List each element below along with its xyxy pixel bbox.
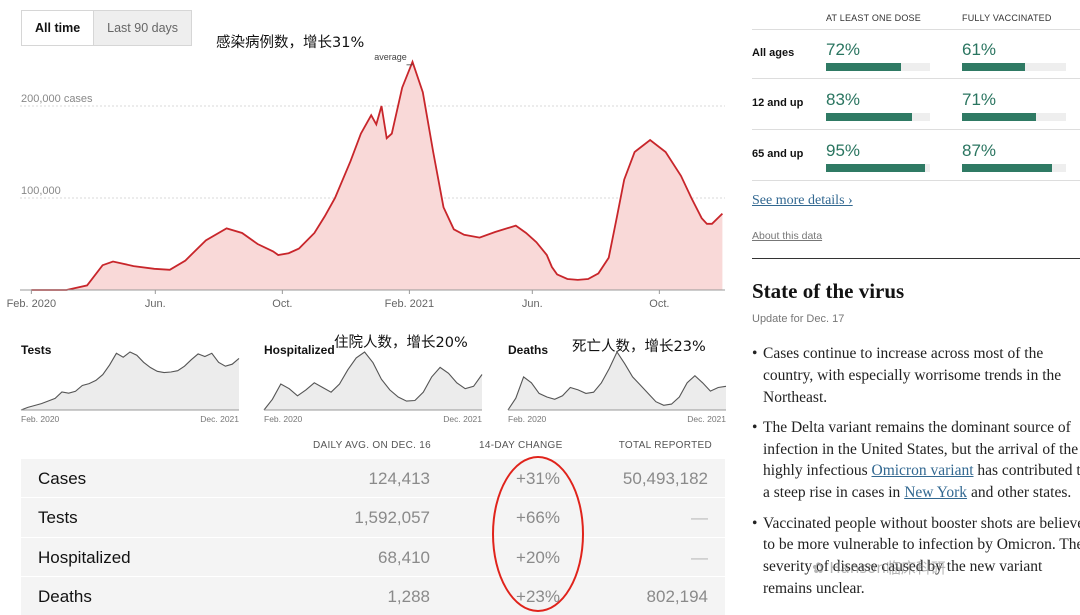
cases-area [31, 61, 723, 290]
fully-bar [962, 63, 1066, 71]
x-tick-label: Feb. 2020 [264, 414, 303, 424]
metric-label: Cases [38, 469, 87, 488]
fully-vaccinated-header: FULLY VACCINATED [962, 13, 1052, 23]
total-header: TOTAL REPORTED [618, 440, 712, 451]
watermark: ✿ Hanson临床科研 [812, 557, 946, 578]
sparkline-area [508, 352, 726, 410]
fully-pct: 87% [962, 141, 997, 160]
section-divider [752, 258, 1080, 259]
see-more-details-link[interactable]: See more details › [752, 193, 853, 209]
one-dose-bar [826, 113, 930, 121]
last-90-days-button[interactable]: Last 90 days [93, 11, 192, 45]
time-range-toggle: All time Last 90 days [21, 10, 193, 46]
cases-chart: 200,000 cases 100,000 Feb. 2020 Jun. Oct. Feb… [7, 55, 725, 310]
vax-row-65-and-up: 65 and up 95% 87% [752, 131, 1080, 181]
vax-row-12-and-up: 12 and up 83% 71% [752, 80, 1080, 130]
tests-chart: Feb. 2020 Dec. 2021 [20, 351, 240, 424]
age-label: 65 and up [752, 148, 804, 160]
x-tick-label: Dec. 2021 [443, 414, 482, 424]
table-row: Hospitalized 68,410 +20% — [21, 538, 725, 577]
cases-annotation: 感染病例数，增长31% [216, 35, 365, 51]
change-highlight-circle [492, 456, 584, 612]
daily-avg-value: 68,410 [378, 547, 430, 567]
fully-pct: 71% [962, 90, 997, 109]
bullet-text: Cases continue to increase across most o… [763, 345, 1062, 406]
x-tick-label: Oct. [272, 298, 292, 310]
stats-table: Cases 124,413 +31% 50,493,182 Tests 1,59… [21, 459, 725, 615]
bullet-text: and other states. [967, 484, 1072, 502]
one-dose-pct: 83% [826, 90, 861, 109]
watermark-text: Hanson临床科研 [829, 559, 946, 577]
hospitalized-chart: Feb. 2020 Dec. 2021 [263, 351, 483, 424]
sparkline-area [21, 352, 239, 410]
bullet-text: Vaccinated people without booster shots … [763, 514, 1080, 597]
metric-label: Tests [38, 508, 78, 528]
about-this-data-link[interactable]: About this data [752, 230, 822, 242]
table-row: Deaths 1,288 +23% 802,194 [21, 577, 725, 615]
age-label: 12 and up [752, 97, 804, 109]
deaths-chart: Feb. 2020 Dec. 2021 [507, 350, 726, 424]
one-dose-pct: 72% [826, 40, 861, 59]
change-header: 14-DAY CHANGE [479, 440, 563, 451]
seven-day-average-label: average [374, 55, 407, 62]
sparkline-area [264, 352, 482, 410]
x-tick-label: Dec. 2021 [200, 414, 239, 424]
fully-pct: 61% [962, 40, 997, 59]
one-dose-bar [826, 164, 930, 172]
daily-avg-value: 1,288 [387, 586, 430, 606]
x-tick-label: Feb. 2020 [508, 414, 547, 424]
metric-label: Deaths [38, 586, 92, 606]
x-tick-label: Jun. [522, 298, 543, 310]
list-item: Cases continue to increase across most o… [752, 343, 1080, 408]
daily-avg-value: 1,592,057 [354, 508, 430, 528]
x-tick-label: Jun. [145, 298, 166, 310]
total-value: 802,194 [646, 586, 708, 606]
list-item: The Delta variant remains the dominant s… [752, 417, 1080, 504]
one-dose-header: AT LEAST ONE DOSE [826, 13, 921, 23]
x-tick-label: Oct. [649, 298, 669, 310]
omicron-variant-link[interactable]: Omicron variant [872, 462, 974, 479]
daily-avg-value: 124,413 [368, 469, 430, 488]
update-date: Update for Dec. 17 [752, 313, 845, 325]
total-value: — [691, 547, 708, 567]
x-tick-label: Feb. 2020 [21, 414, 60, 424]
total-value: 50,493,182 [622, 469, 708, 488]
fully-bar [962, 164, 1066, 172]
daily-avg-header: DAILY AVG. ON DEC. 16 [312, 440, 431, 451]
wechat-icon: ✿ [812, 559, 830, 577]
one-dose-pct: 95% [826, 141, 861, 160]
age-label: All ages [752, 47, 795, 59]
x-tick-label: Dec. 2021 [687, 414, 726, 424]
total-value: — [691, 508, 708, 528]
x-tick-label: Feb. 2020 [7, 298, 57, 310]
all-time-button[interactable]: All time [22, 11, 94, 45]
vax-row-all-ages: All ages 72% 61% [752, 29, 1080, 79]
metric-label: Hospitalized [38, 547, 131, 567]
one-dose-bar [826, 63, 930, 71]
y-tick-label: 200,000 cases [21, 93, 93, 105]
table-row: Cases 124,413 +31% 50,493,182 [21, 459, 725, 499]
new-york-link[interactable]: New York [904, 484, 967, 501]
state-of-virus-title: State of the virus [752, 279, 905, 303]
x-tick-label: Feb. 2021 [385, 298, 435, 310]
fully-bar [962, 113, 1066, 121]
y-tick-label: 100,000 [21, 185, 61, 197]
table-row: Tests 1,592,057 +66% — [21, 498, 725, 538]
